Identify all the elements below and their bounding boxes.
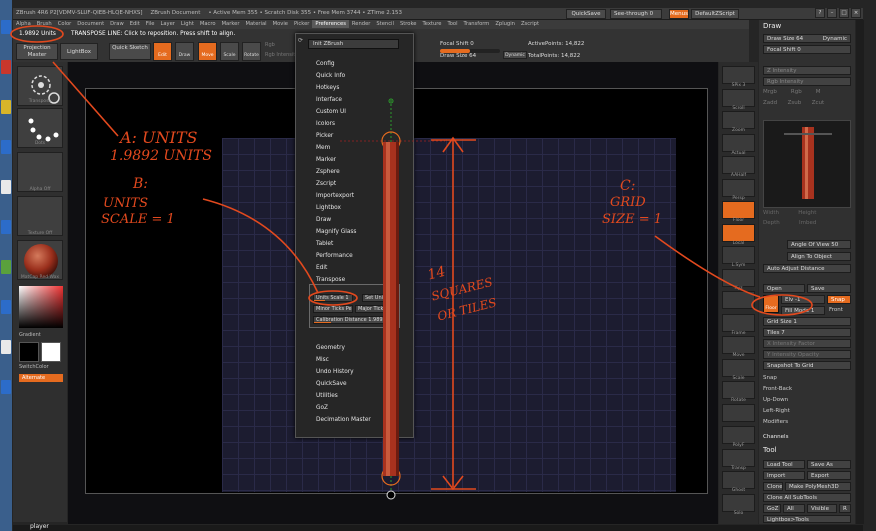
annotation-b-3: SCALE = 1 — [101, 212, 175, 227]
annotation-c-2: GRID — [610, 195, 646, 210]
annotation-a-1: A: UNITS — [120, 128, 198, 147]
annotation-b-1: B: — [133, 176, 149, 192]
annotation-c-1: C: — [620, 178, 636, 194]
annotation-c-3: SIZE = 1 — [602, 212, 662, 227]
annotation-a-2: 1.9892 UNITS — [110, 148, 212, 164]
annotation-b-2: UNITS — [103, 196, 149, 211]
zbrush-window: ZBrush 4R6 P2[VDMV-SLUF-QIEB-HLQE-NHXS] … — [0, 0, 876, 531]
annotation-strokes — [10, 25, 813, 491]
cylinder-mesh[interactable] — [383, 142, 399, 476]
